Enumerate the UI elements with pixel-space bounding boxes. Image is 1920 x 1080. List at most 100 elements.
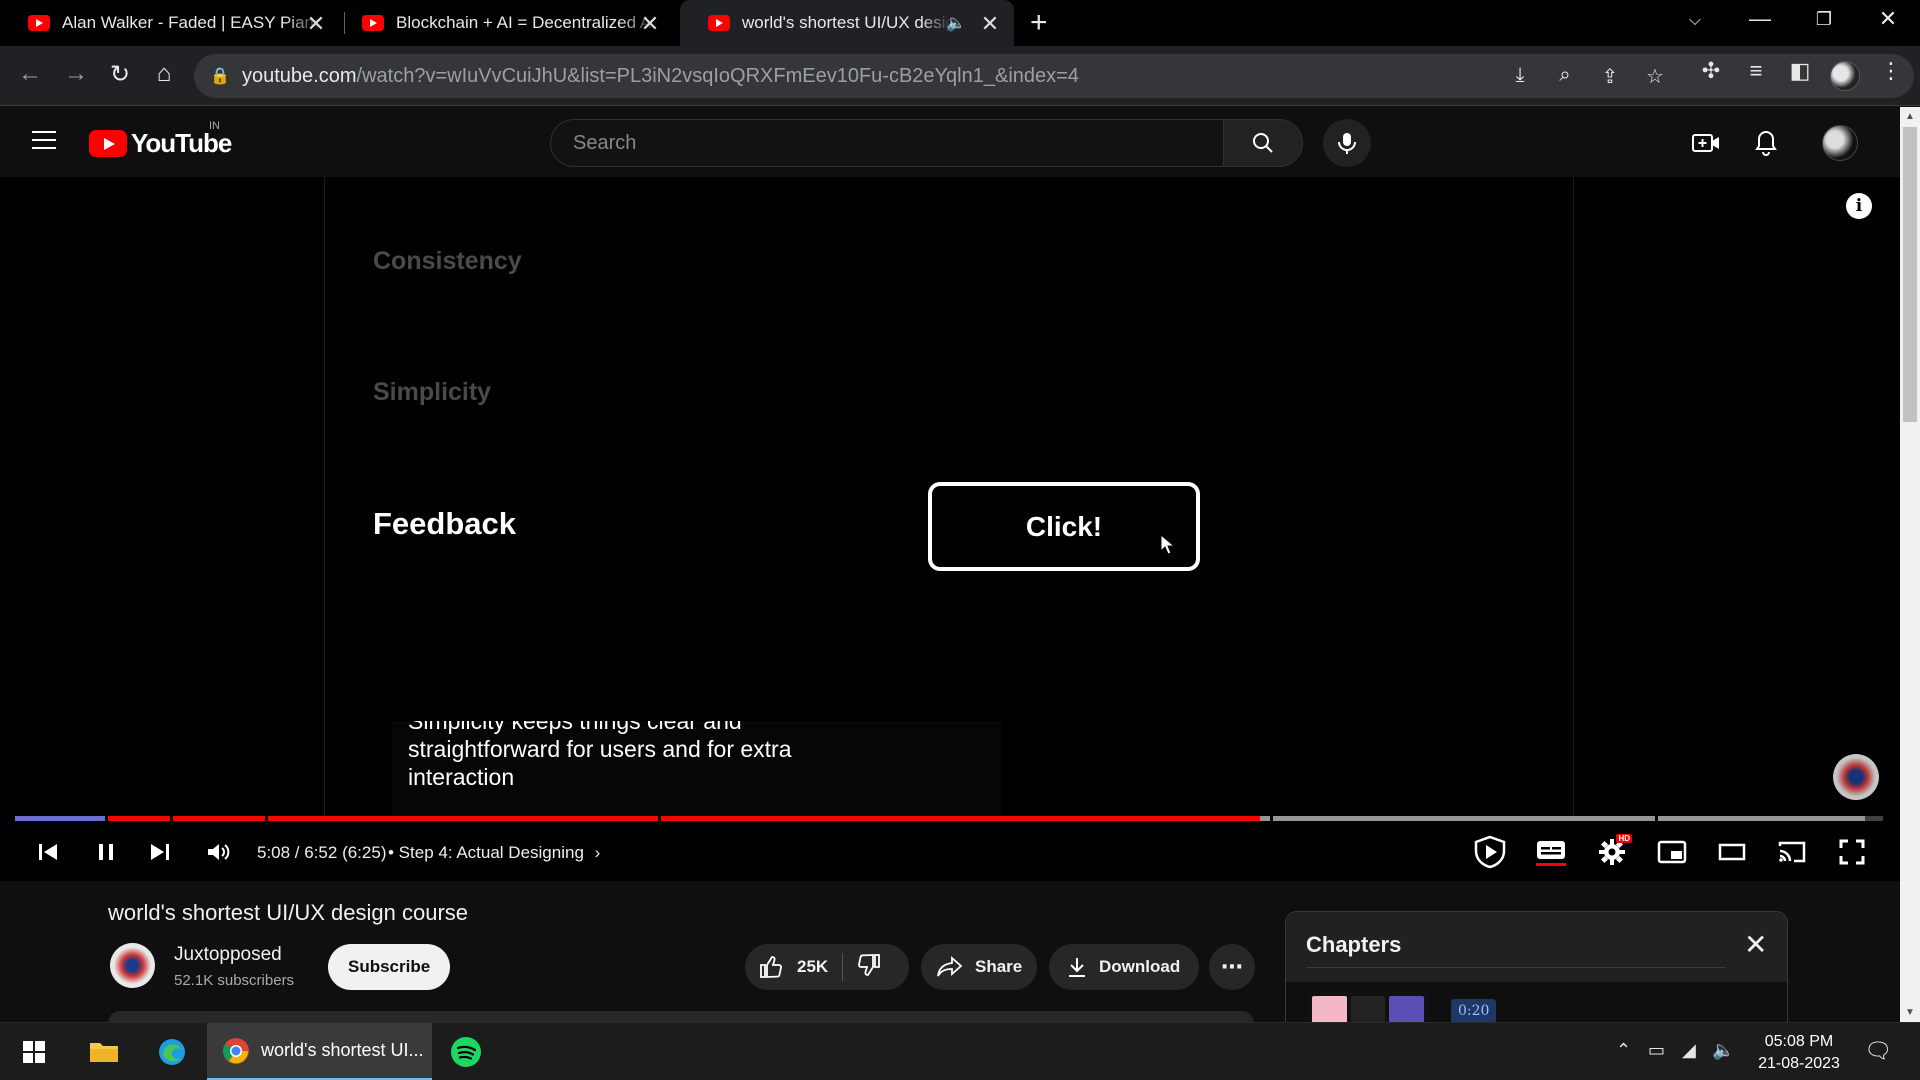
download-label: Download: [1099, 957, 1181, 976]
tab-alan-walker[interactable]: Alan Walker - Faded | EASY Piano ✕: [0, 0, 340, 46]
reload-icon[interactable]: ↻: [102, 60, 138, 89]
profile-avatar[interactable]: [1830, 61, 1860, 91]
dislike-button[interactable]: [857, 953, 881, 982]
file-explorer-icon[interactable]: [80, 1023, 128, 1080]
home-icon[interactable]: ⌂: [146, 60, 182, 88]
theater-mode-icon[interactable]: [1712, 832, 1752, 872]
audio-playing-icon[interactable]: 🔈: [946, 13, 966, 33]
info-icon[interactable]: i: [1846, 193, 1872, 219]
system-clock[interactable]: 05:08 PM 21-08-2023: [1740, 1031, 1858, 1075]
search-field[interactable]: [550, 119, 1224, 167]
media-control-icon[interactable]: ≡: [1740, 58, 1772, 84]
url-text[interactable]: youtube.com/watch?v=wIuVvCuiJhU&list=PL3…: [242, 65, 1079, 88]
share-button[interactable]: Share: [921, 944, 1037, 990]
zoom-icon[interactable]: ⌕: [1551, 64, 1579, 87]
page-scrollbar[interactable]: ▲ ▼: [1900, 107, 1920, 1022]
pause-icon[interactable]: [86, 832, 126, 872]
forward-arrow-icon[interactable]: →: [58, 60, 94, 88]
share-page-icon[interactable]: ⇪: [1596, 64, 1624, 89]
cast-icon[interactable]: [1772, 832, 1812, 872]
close-window-button[interactable]: ✕: [1858, 6, 1918, 32]
tab-title: Blockchain + AI = Decentralized A: [396, 13, 652, 32]
chevron-right-icon: ›: [594, 843, 601, 862]
windows-start-icon[interactable]: [10, 1023, 58, 1080]
scroll-down-arrow-icon[interactable]: ▼: [1900, 1007, 1920, 1018]
notifications-bell-icon[interactable]: [1748, 125, 1784, 161]
close-tab-icon[interactable]: ✕: [304, 11, 328, 37]
search-input[interactable]: [551, 120, 1223, 166]
description-box[interactable]: [108, 1011, 1254, 1022]
back-arrow-icon[interactable]: ←: [12, 60, 48, 88]
address-bar[interactable]: 🔒 youtube.com/watch?v=wIuVvCuiJhU&list=P…: [194, 54, 1914, 98]
speaker-icon[interactable]: 🔈: [1712, 1040, 1734, 1061]
tab-blockchain-ai[interactable]: Blockchain + AI = Decentralized A ✕: [334, 0, 674, 46]
hd-badge: HD: [1616, 834, 1632, 843]
tab-ui-ux-course[interactable]: world's shortest UI/UX design 🔈 ✕: [680, 0, 1014, 46]
miniplayer-icon[interactable]: [1652, 832, 1692, 872]
youtube-wordmark: YouTube: [131, 128, 232, 158]
progress-bar[interactable]: [15, 816, 1883, 821]
fullscreen-icon[interactable]: [1832, 832, 1872, 872]
install-app-icon[interactable]: ⤓: [1506, 64, 1534, 87]
chapter-gap: [170, 816, 173, 821]
subscribe-button[interactable]: Subscribe: [328, 944, 451, 990]
extensions-icon[interactable]: ✣: [1695, 58, 1727, 84]
chapter-timestamp[interactable]: 0:20: [1451, 999, 1497, 1022]
create-video-icon[interactable]: [1688, 125, 1724, 161]
lock-icon[interactable]: 🔒: [210, 66, 230, 86]
mouse-cursor-icon: [1160, 534, 1176, 555]
thumbs-up-icon: [760, 956, 782, 978]
search-button[interactable]: [1223, 119, 1303, 167]
restore-button[interactable]: ❐: [1794, 9, 1854, 30]
taskbar-chrome-window[interactable]: world's shortest UI...: [207, 1023, 432, 1080]
caption-line: interaction: [408, 764, 515, 790]
show-hidden-icons-chevron-icon[interactable]: ⌃: [1616, 1040, 1631, 1061]
current-chapter-button[interactable]: • Step 4: Actual Designing ›: [388, 843, 600, 863]
more-actions-icon[interactable]: ⋯: [1209, 944, 1255, 990]
voice-search-button[interactable]: [1323, 119, 1371, 167]
channel-avatar[interactable]: [110, 943, 155, 988]
previous-icon[interactable]: [28, 832, 68, 872]
chapter-thumbnail[interactable]: [1308, 992, 1428, 1022]
chrome-icon: [223, 1037, 249, 1064]
scrollbar-thumb[interactable]: [1903, 127, 1917, 422]
subtitles-cc-icon[interactable]: [1531, 832, 1571, 872]
like-button[interactable]: 25K: [759, 955, 828, 979]
bookmark-star-icon[interactable]: ☆: [1641, 64, 1669, 89]
played-bar: [15, 816, 1261, 821]
account-avatar[interactable]: [1822, 125, 1858, 161]
hover-bar: [15, 816, 105, 821]
settings-gear-icon[interactable]: HD: [1592, 832, 1632, 872]
close-tab-icon[interactable]: ✕: [638, 11, 662, 37]
side-panel-icon[interactable]: ◧: [1784, 58, 1816, 84]
browser-toolbar: ← → ↻ ⌂ 🔒 youtube.com/watch?v=wIuVvCuiJh…: [0, 46, 1920, 106]
like-count: 25K: [797, 957, 829, 976]
download-button[interactable]: Download: [1049, 944, 1199, 990]
spotify-icon[interactable]: [442, 1023, 490, 1080]
close-icon[interactable]: ✕: [1744, 928, 1767, 961]
channel-name[interactable]: Juxtopposed: [174, 944, 282, 966]
next-icon[interactable]: [140, 832, 180, 872]
channel-watermark[interactable]: [1833, 754, 1879, 800]
clock-date: 21-08-2023: [1758, 1055, 1840, 1072]
scroll-up-arrow-icon[interactable]: ▲: [1900, 111, 1920, 122]
video-player[interactable]: Consistency Simplicity Feedback Click! S…: [0, 177, 1900, 881]
youtube-logo[interactable]: YouTube IN: [89, 120, 232, 159]
youtube-header: YouTube IN: [0, 107, 1900, 177]
battery-status-icon[interactable]: ▭: [1648, 1040, 1665, 1061]
notification-center-icon[interactable]: 🗨: [1864, 1038, 1892, 1064]
close-tab-icon[interactable]: ✕: [978, 11, 1002, 37]
wifi-icon[interactable]: ◢: [1682, 1040, 1696, 1061]
edge-browser-icon[interactable]: [148, 1023, 196, 1080]
volume-icon[interactable]: [199, 832, 239, 872]
sponsorblock-shield-icon[interactable]: [1470, 832, 1510, 872]
time-display: 5:08 / 6:52 (6:25): [257, 843, 387, 862]
minimize-button[interactable]: —: [1730, 6, 1790, 32]
youtube-play-logo-icon: [89, 130, 127, 157]
hamburger-menu-icon[interactable]: [32, 131, 56, 155]
chapter-gap: [105, 816, 108, 821]
menu-dots-icon[interactable]: ⋮: [1875, 58, 1907, 84]
new-tab-button[interactable]: +: [1030, 6, 1048, 40]
chapter-gap: [658, 816, 661, 821]
tab-search-icon[interactable]: ⌵: [1665, 12, 1725, 30]
